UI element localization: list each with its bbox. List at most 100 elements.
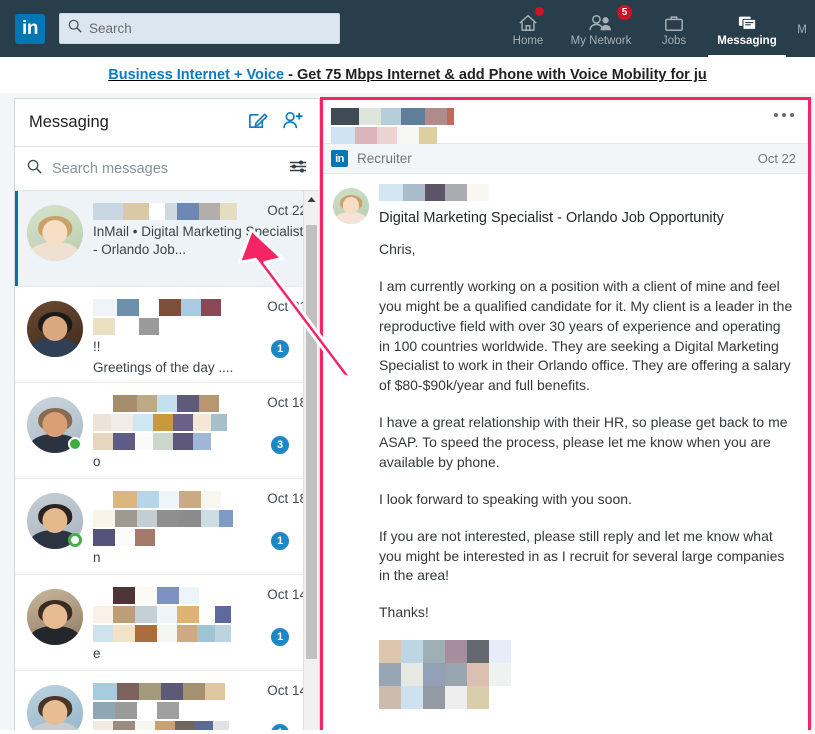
nav-item-messaging[interactable]: Messaging: [704, 0, 790, 57]
redaction-block: [139, 683, 161, 700]
redaction-block: [117, 683, 139, 700]
linkedin-logo-icon[interactable]: in: [15, 13, 45, 44]
conversation-summary: Oct 22 InMail • Digital Marketing Special…: [83, 203, 309, 274]
compose-icon[interactable]: [247, 110, 268, 136]
redaction-block: [113, 606, 135, 623]
avatar[interactable]: [27, 301, 83, 357]
redaction-block: [135, 625, 157, 642]
redaction-block: [115, 529, 135, 546]
conversation-list-item[interactable]: Oct 21!! Greetings of the day .... 1: [15, 287, 319, 383]
redaction-block: [220, 203, 237, 220]
avatar[interactable]: [27, 589, 83, 645]
redaction-block: [93, 702, 115, 719]
message-content: Digital Marketing Specialist - Orlando J…: [369, 184, 794, 710]
redaction-block: [157, 395, 177, 412]
home-icon: [517, 12, 539, 34]
messages-search-row[interactable]: [15, 147, 319, 191]
redaction-block: [113, 625, 135, 642]
redaction-block: [467, 686, 489, 710]
redaction-block: [199, 587, 217, 604]
add-person-icon[interactable]: [282, 110, 305, 136]
recruiter-label: Recruiter: [357, 151, 412, 166]
redacted-blocks-row: [331, 127, 454, 144]
conversation-list-item[interactable]: Oct 14...1: [15, 671, 319, 734]
avatar[interactable]: [27, 397, 83, 453]
sender-avatar[interactable]: [333, 188, 369, 224]
nav-item-my-network[interactable]: My Network 5: [558, 0, 644, 57]
redaction-block: [135, 433, 153, 450]
conversation-summary: Oct 18 n 1: [83, 491, 309, 565]
avatar[interactable]: [27, 205, 83, 261]
conversation-list-item[interactable]: Oct 22 InMail • Digital Marketing Special…: [15, 191, 319, 287]
message-paragraph: I look forward to speaking with you soon…: [379, 490, 632, 507]
redaction-block: [467, 640, 489, 664]
linkedin-messaging-page: in Home My Network 5: [0, 0, 815, 734]
conversation-list-item[interactable]: Oct 18 o 3: [15, 383, 319, 479]
redaction-block: [157, 587, 179, 604]
nav-item-jobs[interactable]: Jobs: [644, 0, 704, 57]
redaction-block: [135, 587, 157, 604]
redaction-block: [181, 299, 201, 316]
redaction-block: [159, 491, 179, 508]
more-options-icon[interactable]: [774, 113, 794, 117]
redaction-block: [179, 587, 199, 604]
redaction-block: [93, 395, 113, 412]
redaction-block: [199, 606, 215, 623]
conversation-date: Oct 18: [267, 395, 307, 410]
redaction-block: [173, 414, 193, 431]
search-input[interactable]: [89, 21, 331, 36]
redaction-block: [115, 318, 139, 335]
content-area: Messaging Oct 22 InMail • Digital Marketi…: [0, 93, 815, 734]
promo-banner-link[interactable]: Business Internet + Voice: [108, 67, 284, 83]
redaction-block: [135, 606, 157, 623]
search-messages-input[interactable]: [50, 159, 289, 178]
conversation-preview: o: [93, 454, 101, 469]
nav-item-me-truncated[interactable]: M: [790, 0, 814, 57]
promo-banner-text[interactable]: Business Internet + Voice - Get 75 Mbps …: [108, 67, 707, 83]
messaging-list-header: Messaging: [15, 99, 319, 147]
scroll-up-button[interactable]: [304, 191, 319, 207]
bottom-edge: [0, 730, 815, 734]
avatar[interactable]: [27, 493, 83, 549]
scrollbar-thumb[interactable]: [306, 225, 317, 659]
redaction-block: [425, 108, 447, 125]
redaction-block: [93, 203, 123, 220]
conversation-list-item[interactable]: Oct 14en...1: [15, 575, 319, 682]
redaction-block: [149, 203, 165, 220]
presence-indicator: [68, 437, 82, 451]
conversation-list-item[interactable]: Oct 18 n 1: [15, 479, 319, 575]
redaction-block: [489, 663, 511, 687]
redaction-block: [137, 395, 157, 412]
presence-indicator: [68, 533, 82, 547]
filter-icon[interactable]: [289, 159, 307, 179]
redaction-block: [157, 702, 179, 719]
redaction-block: [111, 414, 133, 431]
redaction-block: [403, 184, 425, 201]
redaction-block: [113, 395, 137, 412]
global-search-box[interactable]: [59, 13, 340, 44]
redaction-block: [115, 510, 137, 527]
message-paragraph: I am currently working on a position wit…: [379, 277, 793, 394]
redaction-block: [201, 299, 221, 316]
redacted-blocks-row: [379, 686, 794, 710]
redaction-block: [179, 510, 201, 527]
redaction-block: [159, 299, 181, 316]
redacted-blocks-row: [379, 663, 794, 687]
my-network-badge-count: 5: [617, 5, 632, 20]
redaction-block: [377, 127, 397, 144]
redaction-block: [401, 686, 423, 710]
message-paragraph: I have a great relationship with their H…: [379, 414, 788, 470]
conversation-preview: InMail • Digital Marketing Specialist - …: [93, 224, 304, 258]
redaction-block: [93, 587, 113, 604]
avatar[interactable]: [27, 685, 83, 734]
message-paragraph: Chris,: [379, 241, 416, 257]
redaction-block: [355, 127, 377, 144]
redaction-block: [157, 510, 179, 527]
redaction-block: [177, 625, 197, 642]
nav-item-home[interactable]: Home: [498, 0, 558, 57]
conversation-list-scrollbar[interactable]: [303, 191, 319, 734]
promo-banner[interactable]: Business Internet + Voice - Get 75 Mbps …: [0, 57, 815, 93]
conversation-date: Oct 14: [267, 587, 307, 602]
redaction-block: [93, 529, 115, 546]
conversation-summary: Oct 14en...1: [83, 587, 309, 682]
